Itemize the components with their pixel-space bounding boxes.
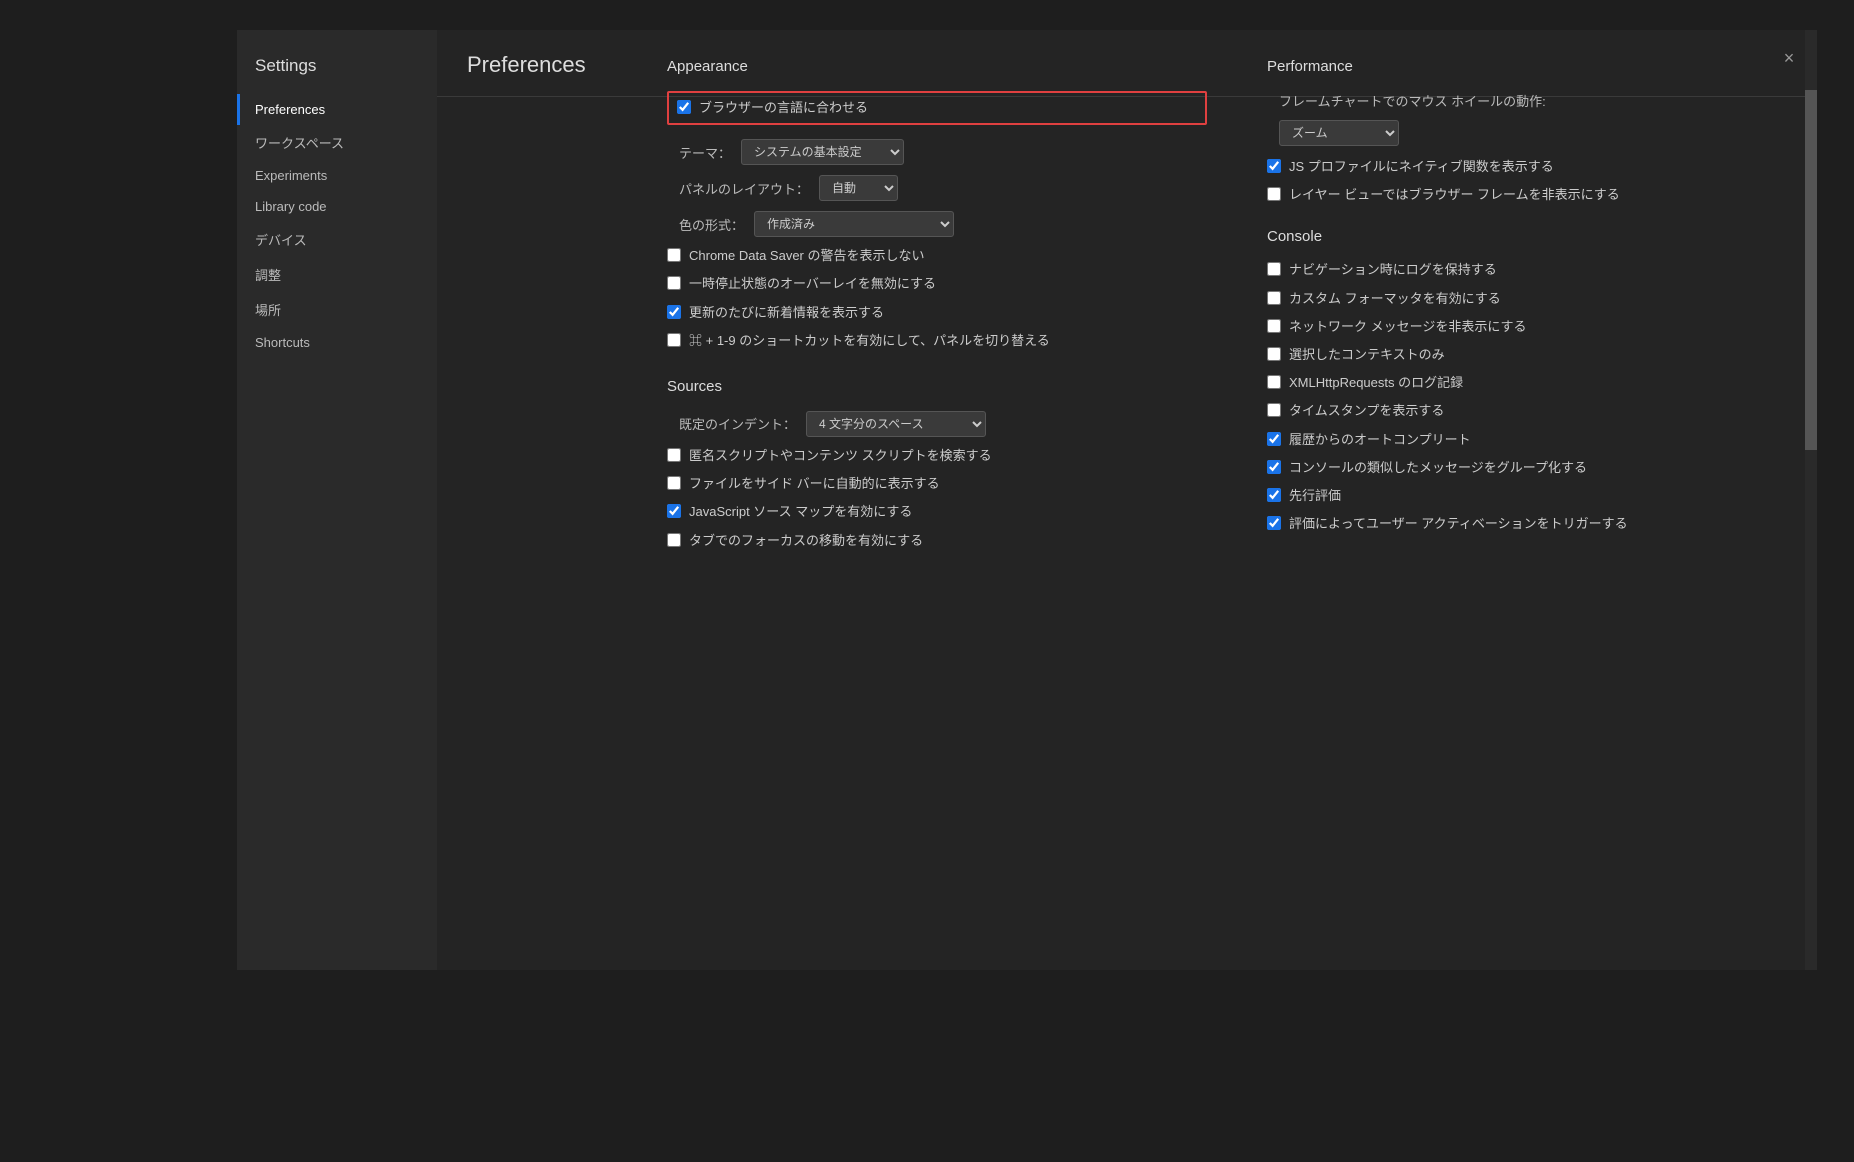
sources-tab-focus-row: タブでのフォーカスの移動を有効にする [667, 532, 1207, 550]
console-user-activation-label: 評価によってユーザー アクティベーションをトリガーする [1289, 515, 1628, 533]
perf-hide-browser-frames-checkbox[interactable] [1267, 187, 1281, 201]
sidebar-item-location[interactable]: 場所 [237, 292, 437, 327]
sources-auto-reveal-checkbox[interactable] [667, 476, 681, 490]
appearance-cmd-switch-row: ⌘ + 1-9 のショートカットを有効にして、パネルを切り替える [667, 332, 1207, 350]
console-custom-formatter-label: カスタム フォーマッタを有効にする [1289, 290, 1501, 308]
perf-native-functions-checkbox[interactable] [1267, 159, 1281, 173]
console-preserve-log-label: ナビゲーション時にログを保持する [1289, 261, 1497, 279]
console-eager-eval-row: 先行評価 [1267, 487, 1787, 505]
sidebar-item-experiments[interactable]: Experiments [237, 160, 437, 191]
perf-native-functions-label: JS プロファイルにネイティブ関数を表示する [1289, 158, 1554, 176]
console-eager-eval-checkbox[interactable] [1267, 488, 1281, 502]
console-timestamps-label: タイムスタンプを表示する [1289, 402, 1444, 420]
console-selected-context-label: 選択したコンテキストのみ [1289, 346, 1445, 364]
language-match-label: ブラウザーの言語に合わせる [699, 99, 868, 117]
appearance-chrome-data-saver-label: Chrome Data Saver の警告を表示しない [689, 247, 925, 265]
color-format-row: 色の形式： 作成済み [667, 211, 1207, 237]
mouse-wheel-select[interactable]: ズーム [1279, 120, 1399, 146]
console-xmlhttp-log-label: XMLHttpRequests のログ記録 [1289, 374, 1463, 392]
theme-label: テーマ： [679, 143, 731, 162]
sources-search-scripts-row: 匿名スクリプトやコンテンツ スクリプトを検索する [667, 447, 1207, 465]
console-autocomplete-row: 履歴からのオートコンプリート [1267, 431, 1787, 449]
appearance-pause-overlay-checkbox[interactable] [667, 276, 681, 290]
console-group-similar-row: コンソールの類似したメッセージをグループ化する [1267, 459, 1787, 477]
appearance-section-title: Appearance [667, 58, 1207, 75]
appearance-show-updates-label: 更新のたびに新着情報を表示する [689, 304, 884, 322]
sources-tab-focus-checkbox[interactable] [667, 533, 681, 547]
performance-section-title: Performance [1267, 58, 1787, 75]
panel-layout-select[interactable]: 自動 [819, 175, 898, 201]
appearance-show-updates-checkbox[interactable] [667, 305, 681, 319]
perf-hide-browser-frames-label: レイヤー ビューではブラウザー フレームを非表示にする [1289, 186, 1620, 204]
console-hide-network-label: ネットワーク メッセージを非表示にする [1289, 318, 1526, 336]
console-hide-network-checkbox[interactable] [1267, 319, 1281, 333]
sidebar-item-device[interactable]: デバイス [237, 222, 437, 257]
console-group-similar-label: コンソールの類似したメッセージをグループ化する [1289, 459, 1587, 477]
appearance-chrome-data-saver-checkbox[interactable] [667, 248, 681, 262]
appearance-pause-overlay-label: 一時停止状態のオーバーレイを無効にする [689, 275, 936, 293]
console-autocomplete-label: 履歴からのオートコンプリート [1289, 431, 1471, 449]
mouse-wheel-row: フレームチャートでのマウス ホイールの動作: [1267, 91, 1787, 110]
sources-auto-reveal-row: ファイルをサイド バーに自動的に表示する [667, 475, 1207, 493]
sidebar-item-library-code[interactable]: Library code [237, 191, 437, 222]
appearance-cmd-switch-checkbox[interactable] [667, 333, 681, 347]
panel-layout-row: パネルのレイアウト： 自動 [667, 175, 1207, 201]
appearance-chrome-data-saver-row: Chrome Data Saver の警告を表示しない [667, 247, 1207, 265]
theme-row: テーマ： システムの基本設定 [667, 139, 1207, 165]
console-autocomplete-checkbox[interactable] [1267, 432, 1281, 446]
mouse-wheel-label: フレームチャートでのマウス ホイールの動作: [1279, 91, 1546, 110]
console-preserve-log-checkbox[interactable] [1267, 262, 1281, 276]
appearance-cmd-switch-label: ⌘ + 1-9 のショートカットを有効にして、パネルを切り替える [689, 332, 1050, 350]
sidebar-item-preferences[interactable]: Preferences [237, 94, 437, 125]
color-format-label: 色の形式： [679, 215, 744, 234]
console-timestamps-checkbox[interactable] [1267, 403, 1281, 417]
default-indent-label: 既定のインデント： [679, 414, 796, 433]
sources-js-source-maps-row: JavaScript ソース マップを有効にする [667, 503, 1207, 521]
console-custom-formatter-row: カスタム フォーマッタを有効にする [1267, 290, 1787, 308]
sidebar-item-workspace[interactable]: ワークスペース [237, 125, 437, 160]
console-hide-network-row: ネットワーク メッセージを非表示にする [1267, 318, 1787, 336]
console-group-similar-checkbox[interactable] [1267, 460, 1281, 474]
language-match-checkbox[interactable] [677, 100, 691, 114]
default-indent-row: 既定のインデント： 4 文字分のスペース [667, 411, 1207, 437]
sources-tab-focus-label: タブでのフォーカスの移動を有効にする [689, 532, 923, 550]
console-custom-formatter-checkbox[interactable] [1267, 291, 1281, 305]
console-preserve-log-row: ナビゲーション時にログを保持する [1267, 261, 1787, 279]
console-xmlhttp-log-checkbox[interactable] [1267, 375, 1281, 389]
console-eager-eval-label: 先行評価 [1289, 487, 1341, 505]
sources-auto-reveal-label: ファイルをサイド バーに自動的に表示する [689, 475, 940, 493]
perf-hide-browser-frames-row: レイヤー ビューではブラウザー フレームを非表示にする [1267, 186, 1787, 204]
console-selected-context-checkbox[interactable] [1267, 347, 1281, 361]
console-selected-context-row: 選択したコンテキストのみ [1267, 346, 1787, 364]
default-indent-select[interactable]: 4 文字分のスペース [806, 411, 986, 437]
perf-native-functions-row: JS プロファイルにネイティブ関数を表示する [1267, 158, 1787, 176]
language-match-row: ブラウザーの言語に合わせる [667, 91, 1207, 125]
console-user-activation-row: 評価によってユーザー アクティベーションをトリガーする [1267, 515, 1787, 533]
console-timestamps-row: タイムスタンプを表示する [1267, 402, 1787, 420]
sources-search-scripts-label: 匿名スクリプトやコンテンツ スクリプトを検索する [689, 447, 992, 465]
sidebar-item-adjust[interactable]: 調整 [237, 257, 437, 292]
appearance-show-updates-row: 更新のたびに新着情報を表示する [667, 304, 1207, 322]
sources-section-title: Sources [667, 378, 1207, 395]
appearance-pause-overlay-row: 一時停止状態のオーバーレイを無効にする [667, 275, 1207, 293]
sources-js-source-maps-checkbox[interactable] [667, 504, 681, 518]
console-section-title: Console [1267, 228, 1787, 245]
settings-title: Settings [237, 42, 437, 94]
console-xmlhttp-log-row: XMLHttpRequests のログ記録 [1267, 374, 1787, 392]
console-user-activation-checkbox[interactable] [1267, 516, 1281, 530]
theme-select[interactable]: システムの基本設定 [741, 139, 904, 165]
sidebar-item-shortcuts[interactable]: Shortcuts [237, 327, 437, 358]
panel-layout-label: パネルのレイアウト： [679, 179, 809, 198]
sources-search-scripts-checkbox[interactable] [667, 448, 681, 462]
sources-js-source-maps-label: JavaScript ソース マップを有効にする [689, 503, 912, 521]
color-format-select[interactable]: 作成済み [754, 211, 954, 237]
